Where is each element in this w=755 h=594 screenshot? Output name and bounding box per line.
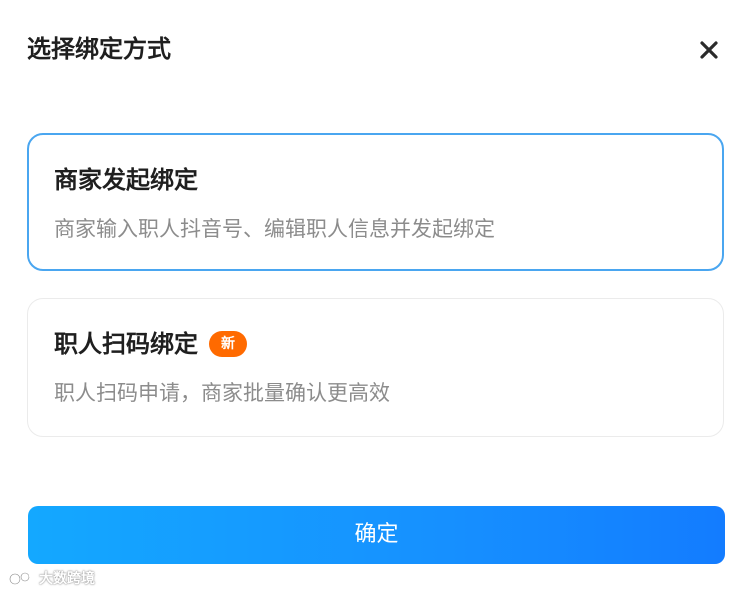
close-icon[interactable] [697,38,721,62]
option-title-row: 职人扫码绑定 新 [54,327,247,361]
option-title: 商家发起绑定 [54,166,198,194]
close-button[interactable] [697,38,721,62]
option-merchant-initiated[interactable]: 商家发起绑定 商家输入职人抖音号、编辑职人信息并发起绑定 [27,133,724,271]
option-title: 职人扫码绑定 [54,330,198,358]
option-staff-scan[interactable]: 职人扫码绑定 新 职人扫码申请，商家批量确认更高效 [27,298,724,437]
watermark-logo-icon [9,571,36,585]
option-description: 职人扫码申请，商家批量确认更高效 [54,381,390,405]
dialog-title: 选择绑定方式 [27,35,171,63]
new-badge: 新 [209,331,247,357]
watermark: 大数跨境 [8,568,95,588]
confirm-button[interactable]: 确定 [28,506,725,564]
watermark-text: 大数跨境 [39,571,95,587]
option-description: 商家输入职人抖音号、编辑职人信息并发起绑定 [54,217,495,241]
